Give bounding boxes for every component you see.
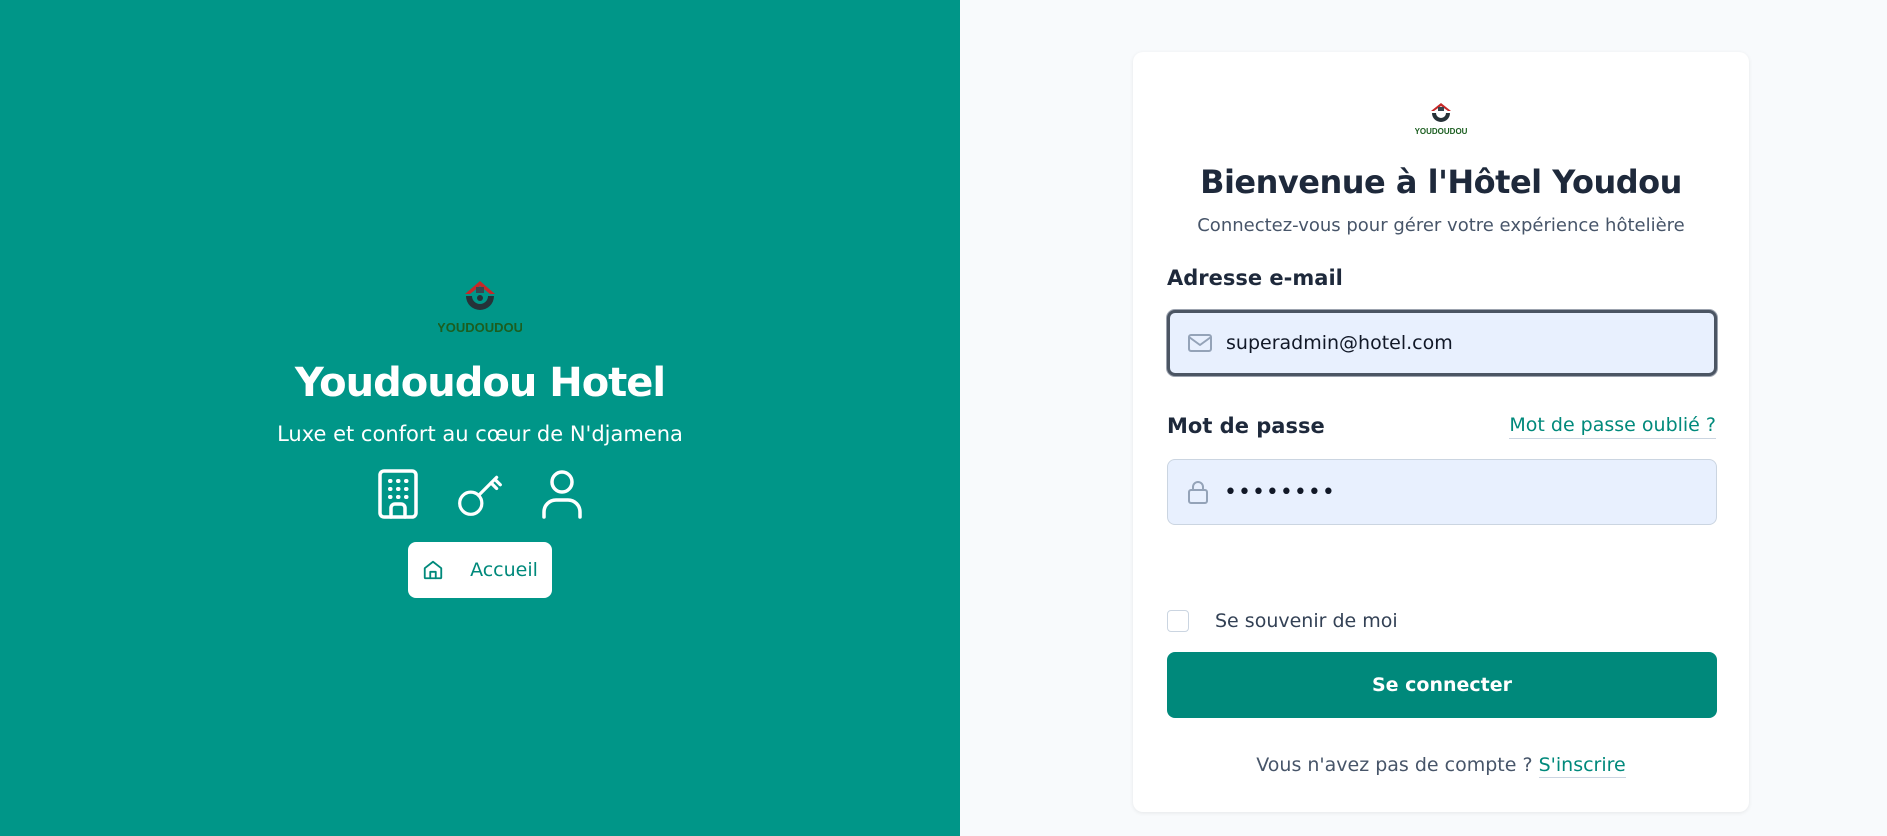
brand-title: Youdoudou Hotel: [294, 360, 666, 406]
hotel-logo: YOUDOUDOU: [438, 281, 522, 335]
remember-checkbox[interactable]: [1167, 610, 1189, 632]
email-input[interactable]: [1226, 332, 1696, 354]
brand-panel: YOUDOUDOU Youdoudou Hotel Luxe et confor…: [0, 0, 960, 836]
user-icon: [542, 470, 582, 519]
brand-content: YOUDOUDOU Youdoudou Hotel Luxe et confor…: [0, 272, 960, 598]
forgot-password-link[interactable]: Mot de passe oublié ?: [1509, 414, 1716, 439]
lock-icon: [1188, 481, 1208, 504]
login-button[interactable]: Se connecter: [1167, 652, 1717, 718]
feature-icons: [374, 468, 586, 520]
home-button[interactable]: Accueil: [408, 542, 552, 598]
signup-line: Vous n'avez pas de compte ? S'inscrire: [1133, 754, 1749, 778]
login-subtitle: Connectez-vous pour gérer votre expérien…: [1197, 215, 1685, 236]
password-input[interactable]: [1224, 479, 1694, 505]
password-label: Mot de passe: [1167, 414, 1325, 438]
remember-me[interactable]: Se souvenir de moi: [1167, 610, 1398, 632]
signup-link[interactable]: S'inscrire: [1538, 754, 1626, 778]
svg-text:YOUDOUDOU: YOUDOUDOU: [1415, 127, 1467, 136]
email-field[interactable]: [1167, 310, 1717, 376]
login-title: Bienvenue à l'Hôtel Youdou: [1200, 163, 1682, 201]
home-icon: [423, 560, 443, 580]
hotel-logo: YOUDOUDOU: [1415, 103, 1467, 136]
login-card: YOUDOUDOU Bienvenue à l'Hôtel Youdou Con…: [1133, 52, 1749, 812]
svg-text:YOUDOUDOU: YOUDOUDOU: [438, 320, 522, 335]
password-field[interactable]: [1167, 459, 1717, 525]
brand-tagline: Luxe et confort au cœur de N'djamena: [277, 422, 683, 446]
remember-label: Se souvenir de moi: [1215, 610, 1398, 632]
home-button-label: Accueil: [470, 559, 538, 581]
key-icon: [458, 475, 502, 516]
building-icon: [378, 469, 418, 519]
mail-icon: [1188, 334, 1212, 352]
signup-prompt: Vous n'avez pas de compte ?: [1256, 754, 1539, 776]
login-panel: YOUDOUDOU Bienvenue à l'Hôtel Youdou Con…: [960, 0, 1887, 836]
email-label: Adresse e-mail: [1167, 266, 1343, 290]
